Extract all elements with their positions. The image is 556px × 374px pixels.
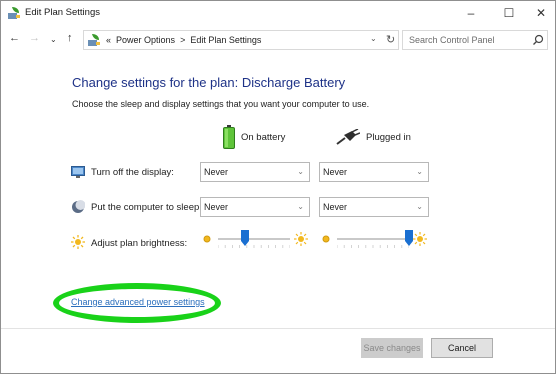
- advanced-power-settings-link[interactable]: Change advanced power settings: [71, 297, 205, 307]
- slider-thumb[interactable]: [405, 230, 413, 246]
- sleep-plugged-in-select[interactable]: Never ⌄: [319, 197, 429, 217]
- bright-sun-icon: [294, 232, 308, 246]
- close-button[interactable]: ✕: [523, 1, 556, 25]
- maximize-button[interactable]: ☐: [491, 1, 527, 25]
- search-placeholder: Search Control Panel: [409, 35, 495, 45]
- monitor-icon: [71, 166, 85, 178]
- column-label-plugged-in: Plugged in: [366, 131, 411, 143]
- slider-ticks: [337, 245, 409, 248]
- control-panel-icon: [88, 34, 100, 46]
- column-on-battery: On battery: [223, 123, 285, 151]
- breadcrumb: « Power Options > Edit Plan Settings: [106, 35, 261, 45]
- dim-sun-icon: [322, 235, 330, 243]
- sleep-on-battery-value: Never: [204, 202, 229, 212]
- chevron-down-icon: ⌄: [416, 167, 423, 176]
- slider-track: [218, 238, 290, 240]
- sleep-label: Put the computer to sleep:: [91, 202, 202, 213]
- window-title: Edit Plan Settings: [25, 7, 100, 18]
- column-label-on-battery: On battery: [241, 131, 286, 143]
- page-description: Choose the sleep and display settings th…: [72, 99, 370, 109]
- up-button[interactable]: ↑: [67, 32, 73, 44]
- display-plugged-in-select[interactable]: Never ⌄: [319, 162, 429, 182]
- sleep-plugged-in-value: Never: [323, 202, 348, 212]
- display-on-battery-value: Never: [204, 167, 229, 177]
- breadcrumb-overflow[interactable]: «: [106, 35, 111, 45]
- title-bar: Edit Plan Settings – ☐ ✕: [1, 1, 555, 25]
- breadcrumb-edit-plan-settings[interactable]: Edit Plan Settings: [190, 35, 261, 45]
- forward-button[interactable]: →: [29, 32, 40, 44]
- display-on-battery-select[interactable]: Never ⌄: [200, 162, 310, 182]
- address-bar[interactable]: « Power Options > Edit Plan Settings ⌄ ↻: [83, 30, 399, 50]
- address-dropdown-icon[interactable]: ⌄: [370, 34, 377, 43]
- breadcrumb-separator: >: [180, 35, 186, 45]
- search-icon[interactable]: [532, 34, 544, 46]
- edit-plan-settings-window: Edit Plan Settings – ☐ ✕ ← → ⌄ ↑ « Power…: [0, 0, 556, 374]
- dim-sun-icon: [203, 235, 211, 243]
- brightness-label: Adjust plan brightness:: [91, 238, 188, 249]
- chevron-down-icon: ⌄: [297, 202, 304, 211]
- back-button[interactable]: ←: [9, 32, 20, 44]
- brightness-icon: [71, 235, 85, 249]
- cancel-button[interactable]: Cancel: [431, 338, 493, 358]
- minimize-button[interactable]: –: [453, 1, 489, 25]
- battery-icon: [223, 125, 235, 149]
- power-plan-icon: [8, 7, 20, 19]
- display-plugged-in-value: Never: [323, 167, 348, 177]
- sleep-on-battery-select[interactable]: Never ⌄: [200, 197, 310, 217]
- brightness-on-battery-slider[interactable]: [200, 229, 310, 251]
- bright-sun-icon: [413, 232, 427, 246]
- slider-track: [337, 238, 409, 240]
- chevron-down-icon: ⌄: [297, 167, 304, 176]
- chevron-down-icon: ⌄: [416, 202, 423, 211]
- page-title: Change settings for the plan: Discharge …: [72, 75, 346, 90]
- footer-divider: [1, 328, 555, 329]
- brightness-plugged-in-slider[interactable]: [319, 229, 429, 251]
- column-plugged-in: Plugged in: [336, 123, 411, 151]
- refresh-icon[interactable]: ↻: [386, 33, 395, 46]
- moon-icon: [72, 200, 85, 213]
- save-changes-button[interactable]: Save changes: [361, 338, 423, 358]
- display-label: Turn off the display:: [91, 167, 174, 178]
- breadcrumb-power-options[interactable]: Power Options: [116, 35, 175, 45]
- navigation-bar: ← → ⌄ ↑ « Power Options > Edit Plan Sett…: [1, 29, 555, 51]
- slider-thumb[interactable]: [241, 230, 250, 246]
- recent-locations-button[interactable]: ⌄: [50, 35, 57, 44]
- search-box[interactable]: Search Control Panel: [402, 30, 548, 50]
- power-plug-icon: [336, 129, 360, 145]
- slider-ticks: [218, 245, 290, 248]
